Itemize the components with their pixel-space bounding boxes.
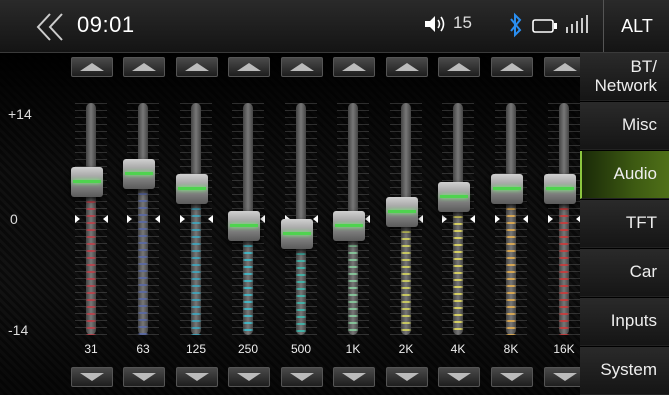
eq-band-31: 31 bbox=[67, 53, 115, 395]
eq-level-bars bbox=[392, 223, 420, 335]
bluetooth-icon bbox=[510, 12, 522, 38]
eq-slider-knob-125[interactable] bbox=[176, 174, 208, 205]
zero-marker bbox=[127, 215, 132, 223]
eq-down-arrow-125[interactable] bbox=[176, 367, 218, 387]
zero-marker bbox=[365, 215, 370, 223]
eq-slider-knob-8k[interactable] bbox=[491, 174, 523, 205]
eq-slider-knob-500[interactable] bbox=[281, 218, 313, 249]
eq-frequency-label: 63 bbox=[136, 342, 150, 356]
clock: 09:01 bbox=[77, 12, 135, 37]
zero-marker bbox=[470, 215, 475, 223]
eq-level-bars bbox=[182, 201, 210, 335]
eq-down-arrow-8k[interactable] bbox=[491, 367, 533, 387]
zero-marker bbox=[418, 215, 423, 223]
eq-level-bars bbox=[77, 193, 105, 335]
eq-level-bars bbox=[444, 208, 472, 335]
eq-band-250: 250 bbox=[224, 53, 272, 395]
sidebar-item-system[interactable]: System bbox=[580, 347, 669, 395]
eq-down-arrow-31[interactable] bbox=[71, 367, 113, 387]
eq-down-arrow-63[interactable] bbox=[123, 367, 165, 387]
zero-marker bbox=[523, 215, 528, 223]
eq-frequency-label: 4K bbox=[450, 342, 466, 356]
eq-up-arrow-1k[interactable] bbox=[333, 57, 375, 77]
eq-band-63: 63 bbox=[119, 53, 167, 395]
scale-top-label: +14 bbox=[8, 106, 32, 122]
signal-icon bbox=[566, 15, 588, 33]
scale-mid-label: 0 bbox=[10, 211, 18, 227]
eq-frequency-label: 1K bbox=[345, 342, 361, 356]
status-bar: 09:01 15 ALT bbox=[0, 0, 669, 53]
zero-marker bbox=[548, 215, 553, 223]
eq-up-arrow-8k[interactable] bbox=[491, 57, 533, 77]
eq-slider-knob-31[interactable] bbox=[71, 166, 103, 197]
eq-slider-knob-63[interactable] bbox=[123, 159, 155, 190]
volume-level: 15 bbox=[453, 13, 472, 32]
eq-frequency-label: 125 bbox=[185, 342, 207, 356]
eq-down-arrow-1k[interactable] bbox=[333, 367, 375, 387]
sidebar-item-audio[interactable]: Audio bbox=[580, 151, 669, 199]
sidebar-item-misc[interactable]: Misc bbox=[580, 102, 669, 150]
eq-slider-knob-250[interactable] bbox=[228, 211, 260, 242]
sidebar-menu: BT/ Network Misc Audio TFT Car Inputs Sy… bbox=[580, 53, 669, 395]
eq-band-1k: 1K bbox=[329, 53, 377, 395]
sidebar-item-bt-network[interactable]: BT/ Network bbox=[580, 53, 669, 101]
eq-up-arrow-31[interactable] bbox=[71, 57, 113, 77]
eq-frequency-label: 8K bbox=[503, 342, 519, 356]
zero-marker bbox=[75, 215, 80, 223]
eq-level-bars bbox=[287, 245, 315, 335]
zero-marker bbox=[208, 215, 213, 223]
sidebar-item-car[interactable]: Car bbox=[580, 249, 669, 297]
battery-icon bbox=[532, 19, 557, 33]
eq-level-bars bbox=[339, 238, 367, 335]
eq-down-arrow-250[interactable] bbox=[228, 367, 270, 387]
eq-slider-knob-2k[interactable] bbox=[386, 196, 418, 227]
alt-button[interactable]: ALT bbox=[603, 0, 669, 52]
sidebar-item-inputs[interactable]: Inputs bbox=[580, 298, 669, 346]
zero-marker bbox=[103, 215, 108, 223]
eq-frequency-label: 500 bbox=[290, 342, 312, 356]
eq-up-arrow-63[interactable] bbox=[123, 57, 165, 77]
eq-slider-knob-4k[interactable] bbox=[438, 181, 470, 212]
sidebar-item-tft[interactable]: TFT bbox=[580, 200, 669, 248]
eq-slider-knob-16k[interactable] bbox=[544, 174, 576, 205]
eq-frequency-label: 2K bbox=[398, 342, 414, 356]
eq-frequency-label: 31 bbox=[84, 342, 98, 356]
eq-up-arrow-4k[interactable] bbox=[438, 57, 480, 77]
back-icon[interactable] bbox=[32, 10, 72, 44]
eq-up-arrow-125[interactable] bbox=[176, 57, 218, 77]
zero-marker bbox=[155, 215, 160, 223]
eq-down-arrow-2k[interactable] bbox=[386, 367, 428, 387]
eq-band-8k: 8K bbox=[487, 53, 535, 395]
eq-level-bars bbox=[129, 186, 157, 335]
eq-slider-knob-1k[interactable] bbox=[333, 211, 365, 242]
eq-up-arrow-2k[interactable] bbox=[386, 57, 428, 77]
eq-up-arrow-250[interactable] bbox=[228, 57, 270, 77]
eq-band-500: 500 bbox=[277, 53, 325, 395]
eq-up-arrow-500[interactable] bbox=[281, 57, 323, 77]
eq-band-125: 125 bbox=[172, 53, 220, 395]
zero-marker bbox=[495, 215, 500, 223]
zero-marker bbox=[180, 215, 185, 223]
eq-down-arrow-4k[interactable] bbox=[438, 367, 480, 387]
eq-band-2k: 2K bbox=[382, 53, 430, 395]
eq-level-bars bbox=[497, 201, 525, 335]
eq-band-4k: 4K bbox=[434, 53, 482, 395]
eq-frequency-label: 250 bbox=[237, 342, 259, 356]
speaker-icon[interactable] bbox=[423, 13, 449, 35]
zero-marker bbox=[442, 215, 447, 223]
zero-marker bbox=[313, 215, 318, 223]
zero-marker bbox=[260, 215, 265, 223]
eq-down-arrow-500[interactable] bbox=[281, 367, 323, 387]
eq-level-bars bbox=[550, 201, 578, 335]
scale-bottom-label: -14 bbox=[8, 322, 29, 338]
eq-level-bars bbox=[234, 238, 262, 335]
